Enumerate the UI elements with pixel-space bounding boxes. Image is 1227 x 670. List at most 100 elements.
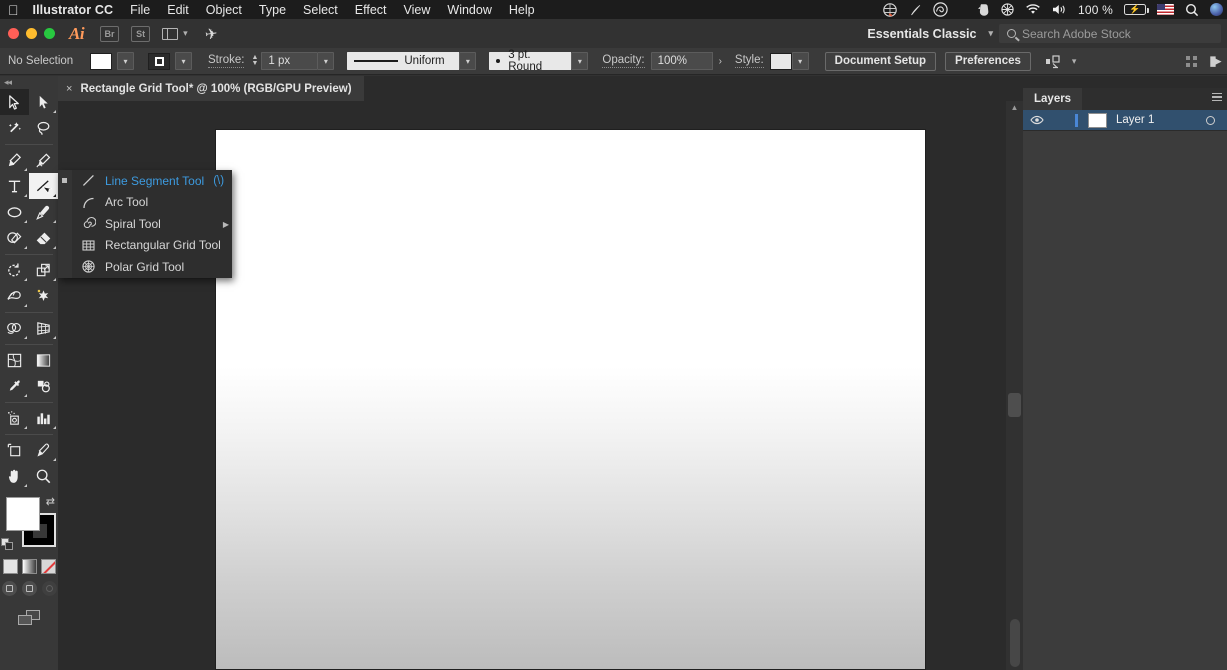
stock-button[interactable]: St: [131, 26, 150, 42]
mesh-tool[interactable]: [0, 347, 29, 373]
none-mode-button[interactable]: [41, 559, 56, 574]
blend-tool[interactable]: [29, 373, 58, 399]
menu-view[interactable]: View: [404, 3, 431, 17]
curvature-tool[interactable]: [29, 147, 58, 173]
rotate-tool[interactable]: [0, 257, 29, 283]
artboard[interactable]: [215, 129, 926, 670]
panel-toggle-icon[interactable]: ▮▸: [1209, 53, 1219, 69]
stroke-profile-dropdown[interactable]: ▾: [459, 52, 476, 70]
fill-color-swatch[interactable]: [90, 53, 112, 70]
fill-dropdown[interactable]: ▾: [117, 52, 134, 70]
flyout-item-rectangular-grid-tool[interactable]: Rectangular Grid Tool: [72, 235, 232, 257]
change-screen-mode-button[interactable]: [0, 610, 58, 625]
window-minimize-button[interactable]: [26, 28, 37, 39]
panel-menu-icon[interactable]: [1212, 93, 1222, 101]
menu-effect[interactable]: Effect: [355, 3, 387, 17]
flyout-item-arc-tool[interactable]: Arc Tool: [72, 192, 232, 214]
layer-row[interactable]: Layer 1: [1023, 110, 1227, 131]
artboard-tool[interactable]: [0, 437, 29, 463]
network-icon[interactable]: [1001, 3, 1014, 16]
menu-app-name[interactable]: Illustrator CC: [33, 3, 114, 17]
brush-definition-field[interactable]: 3 pt. Round: [489, 52, 571, 70]
evernote-elephant-icon[interactable]: [908, 3, 922, 17]
scale-tool[interactable]: [29, 257, 58, 283]
window-maximize-button[interactable]: [44, 28, 55, 39]
stroke-dropdown[interactable]: ▾: [175, 52, 192, 70]
menu-select[interactable]: Select: [303, 3, 338, 17]
paintbrush-tool[interactable]: [29, 199, 58, 225]
menu-file[interactable]: File: [130, 3, 150, 17]
slice-tool[interactable]: [29, 437, 58, 463]
menu-type[interactable]: Type: [259, 3, 286, 17]
default-fill-stroke-icon[interactable]: [1, 538, 14, 551]
layer-thumbnail[interactable]: [1088, 113, 1107, 128]
draw-inside-button[interactable]: [42, 581, 57, 596]
gradient-tool[interactable]: [29, 347, 58, 373]
bridge-button[interactable]: Br: [100, 26, 119, 42]
target-circle-icon[interactable]: [1206, 116, 1215, 125]
menu-window[interactable]: Window: [447, 3, 491, 17]
chevron-down-icon[interactable]: ▾: [183, 28, 188, 39]
draw-behind-button[interactable]: [22, 581, 37, 596]
stroke-width-stepper[interactable]: ▲▼: [251, 55, 258, 67]
zoom-tool[interactable]: [29, 463, 58, 489]
scrollbar-thumb[interactable]: [1010, 619, 1020, 667]
siri-icon[interactable]: [1210, 3, 1223, 16]
magic-wand-tool[interactable]: [0, 115, 29, 141]
tab-layers[interactable]: Layers: [1023, 88, 1082, 110]
ellipse-tool[interactable]: [0, 199, 29, 225]
panel-resize-handle[interactable]: [1008, 393, 1021, 417]
draw-normal-button[interactable]: [2, 581, 17, 596]
wifi-icon[interactable]: [1025, 4, 1041, 16]
free-transform-tool[interactable]: [29, 283, 58, 309]
align-to-icon[interactable]: ▾: [1045, 54, 1077, 69]
chevron-down-icon[interactable]: ▾: [1072, 56, 1077, 67]
symbol-sprayer-tool[interactable]: [0, 405, 29, 431]
shaper-tool[interactable]: [0, 225, 29, 251]
eyedropper-tool[interactable]: [0, 373, 29, 399]
flyout-item-polar-grid-tool[interactable]: Polar Grid Tool: [72, 256, 232, 278]
opacity-field[interactable]: 100%: [651, 52, 713, 70]
direct-selection-tool[interactable]: [29, 89, 58, 115]
window-close-button[interactable]: [8, 28, 19, 39]
document-setup-button[interactable]: Document Setup: [825, 52, 936, 71]
fill-color-box[interactable]: [6, 497, 40, 531]
dropbox-icon[interactable]: [883, 3, 897, 17]
shape-builder-tool[interactable]: [0, 315, 29, 341]
chevron-up-icon[interactable]: ▲: [1006, 101, 1023, 115]
width-tool[interactable]: [0, 283, 29, 309]
chevron-down-icon[interactable]: ▾: [988, 28, 993, 39]
flyout-item-line-segment-tool[interactable]: Line Segment Tool (\): [72, 170, 232, 192]
close-icon[interactable]: ×: [66, 83, 72, 95]
flyout-item-spiral-tool[interactable]: Spiral Tool: [72, 213, 232, 235]
eye-icon[interactable]: [1023, 115, 1051, 125]
apple-logo-icon[interactable]: : [8, 3, 19, 17]
swap-fill-stroke-icon[interactable]: ⇄: [46, 495, 55, 508]
stroke-width-dropdown[interactable]: ▾: [317, 52, 334, 70]
selection-tool[interactable]: [0, 89, 29, 115]
menu-edit[interactable]: Edit: [167, 3, 189, 17]
tear-off-handle[interactable]: [58, 170, 72, 278]
evernote-icon[interactable]: [977, 3, 990, 17]
collapse-panel-icon[interactable]: ◂◂: [0, 76, 58, 89]
menu-help[interactable]: Help: [509, 3, 535, 17]
graphic-style-swatch[interactable]: [770, 53, 792, 70]
layer-name[interactable]: Layer 1: [1116, 114, 1154, 126]
canvas-vertical-scrollbar[interactable]: ▲: [1006, 101, 1023, 670]
type-tool[interactable]: [0, 173, 29, 199]
document-tab[interactable]: × Rectangle Grid Tool* @ 100% (RGB/GPU P…: [58, 76, 364, 101]
solid-color-mode-button[interactable]: [3, 559, 18, 574]
preferences-button[interactable]: Preferences: [945, 52, 1031, 71]
volume-icon[interactable]: [1052, 3, 1067, 16]
creative-cloud-icon[interactable]: [933, 2, 948, 17]
stroke-profile-field[interactable]: Uniform: [347, 52, 459, 70]
adobe-stock-search[interactable]: Search Adobe Stock: [999, 24, 1221, 43]
spotlight-search-icon[interactable]: [1185, 3, 1199, 17]
menu-object[interactable]: Object: [206, 3, 242, 17]
column-graph-tool[interactable]: [29, 405, 58, 431]
battery-icon[interactable]: ⚡: [1124, 4, 1146, 15]
share-plane-icon[interactable]: ✈: [203, 24, 218, 44]
perspective-grid-tool[interactable]: [29, 315, 58, 341]
hand-tool[interactable]: [0, 463, 29, 489]
workspace-switcher[interactable]: Essentials Classic ▾: [867, 19, 993, 48]
